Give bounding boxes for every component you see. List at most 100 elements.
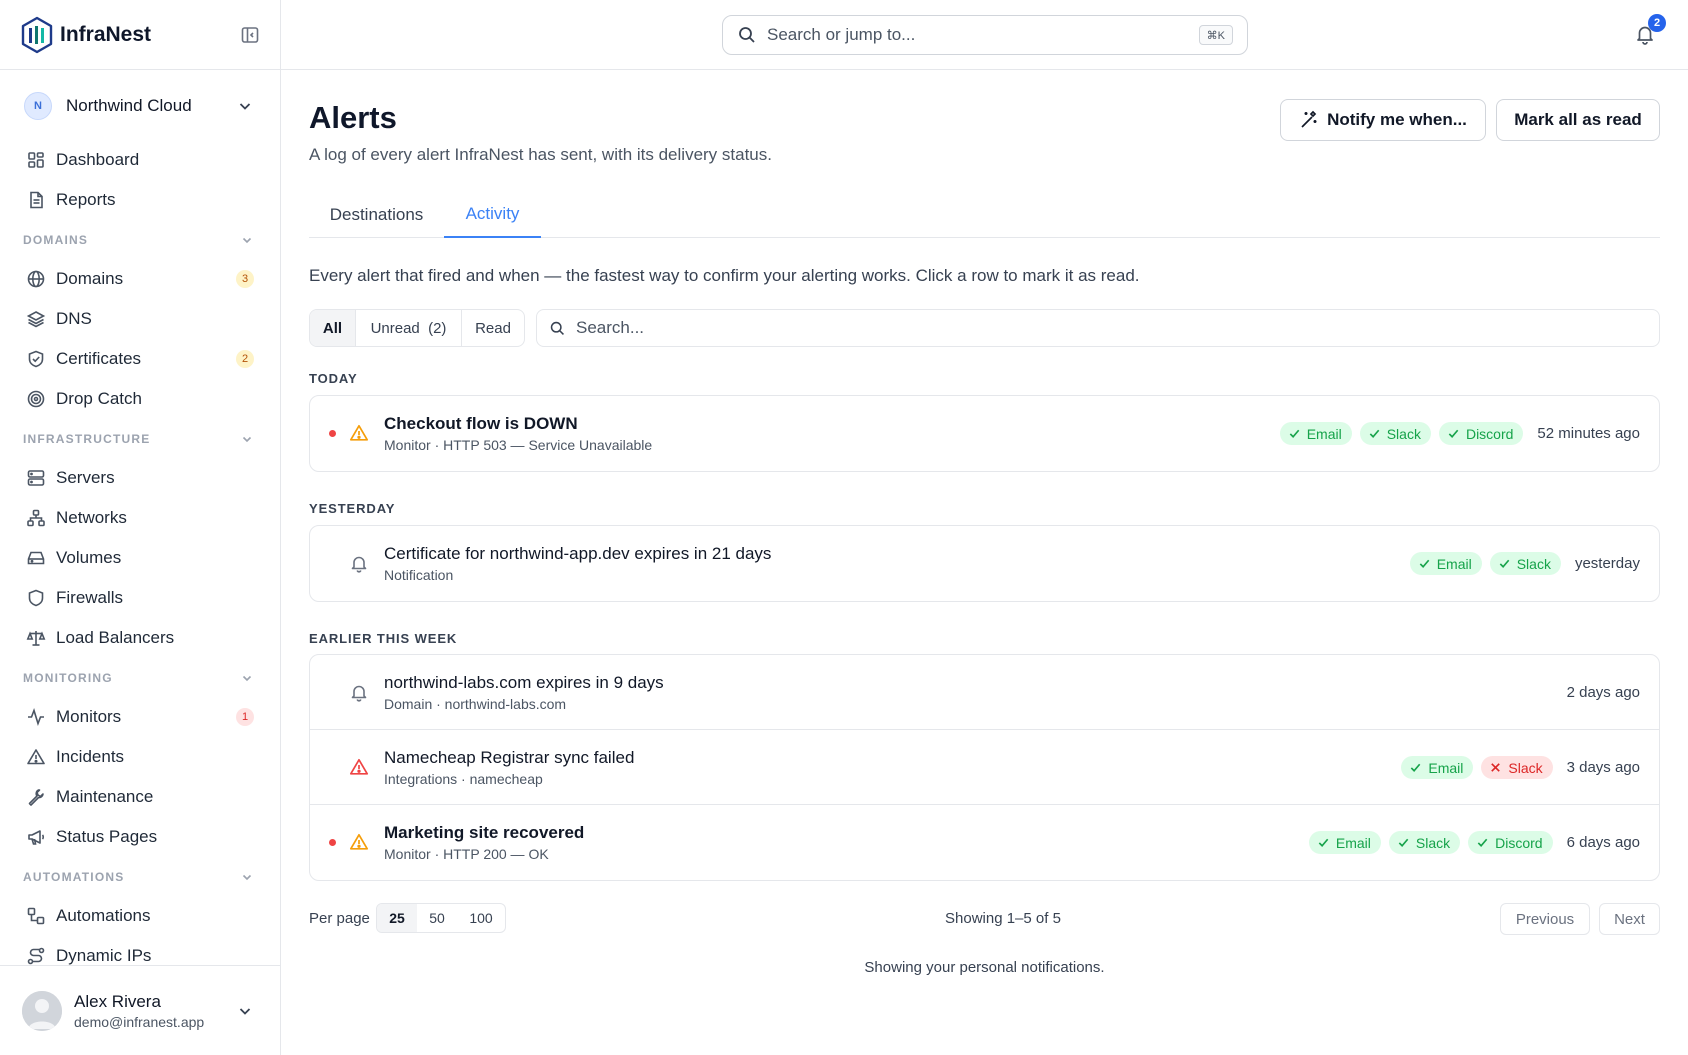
sidebar-item-load-balancers[interactable]: Load Balancers (0, 618, 280, 658)
alert-row[interactable]: Checkout flow is DOWN Monitor · HTTP 503 … (310, 396, 1659, 471)
delivery-status-badge: Discord (1438, 422, 1524, 445)
per-page-option[interactable]: 25 (377, 904, 417, 932)
unread-dot (329, 430, 336, 437)
sidebar-item-label: Maintenance (56, 787, 154, 806)
user-menu[interactable]: Alex Rivera demo@infranest.app (0, 965, 280, 1055)
next-page-button[interactable]: Next (1599, 903, 1660, 935)
warning-icon (349, 757, 369, 777)
chevron-down-icon (239, 1008, 251, 1015)
notify-me-button[interactable]: Notify me when... (1280, 99, 1486, 141)
group-label: TODAY (309, 371, 358, 386)
page-subtitle: A log of every alert InfraNest has sent,… (309, 145, 772, 164)
server-icon (27, 470, 45, 486)
sidebar-item-label: Reports (56, 190, 116, 209)
filter-read[interactable]: Read (462, 310, 524, 346)
delivery-status-badge: Email (1409, 552, 1482, 575)
mark-all-read-button[interactable]: Mark all as read (1496, 99, 1660, 141)
target-icon (27, 390, 45, 408)
sidebar-item-status-pages[interactable]: Status Pages (0, 817, 280, 857)
megaphone-icon (28, 830, 45, 845)
sidebar-item-certificates[interactable]: Certificates 2 (0, 339, 280, 379)
alert-delivery: Email Slack 3 days ago (1401, 730, 1640, 805)
sidebar-item-label: Firewalls (56, 588, 124, 607)
alert-title: Namecheap Registrar sync failed (384, 748, 635, 767)
alert-search-input[interactable] (576, 318, 1476, 338)
alert-row[interactable]: Certificate for northwind-app.dev expire… (310, 526, 1659, 601)
bell-icon (349, 553, 369, 573)
alert-time: 3 days ago (1566, 759, 1640, 776)
alert-meta: Domain · northwind-labs.com (384, 696, 567, 712)
channel-name: Slack (1415, 834, 1451, 851)
document-icon (30, 191, 43, 209)
sidebar-item-networks[interactable]: Networks (0, 498, 280, 538)
workflow-icon (27, 907, 45, 925)
delivery-status-badge: Slack (1481, 756, 1553, 779)
sidebar-item-firewalls[interactable]: Firewalls (0, 578, 280, 618)
previous-page-button[interactable]: Previous (1500, 903, 1590, 935)
alert-delivery: 2 days ago (1561, 655, 1640, 730)
warning-icon (349, 832, 369, 852)
nav-section-infrastructure[interactable]: INFRASTRUCTURE (0, 419, 280, 458)
per-page-option[interactable]: 100 (457, 904, 505, 932)
sidebar-item-automations[interactable]: Automations (0, 896, 280, 936)
workspace-switcher[interactable]: N Northwind Cloud (0, 72, 280, 140)
nav-section-title: AUTOMATIONS (23, 869, 125, 884)
check-icon (1368, 427, 1387, 440)
alert-title: Certificate for northwind-app.dev expire… (384, 544, 772, 563)
nav-section-monitoring[interactable]: MONITORING (0, 658, 280, 697)
filter-unread[interactable]: Unread (2) (356, 310, 462, 346)
tab-destinations[interactable]: Destinations (309, 192, 444, 238)
alert-meta: Notification (384, 567, 454, 583)
check-icon (1397, 836, 1416, 849)
channel-name: Discord (1495, 834, 1543, 851)
hard-drive-icon (27, 551, 45, 565)
global-search[interactable]: ⌘K (722, 15, 1248, 55)
alert-row[interactable]: Marketing site recovered Monitor · HTTP 2… (310, 805, 1659, 880)
scale-icon (26, 631, 46, 646)
channel-name: Discord (1465, 425, 1514, 442)
sidebar-item-label: Certificates (56, 349, 142, 368)
sidebar-item-maintenance[interactable]: Maintenance (0, 777, 280, 817)
topbar: ⌘K 2 (281, 0, 1688, 70)
footer-note: Showing your personal notifications. (864, 959, 1105, 976)
group-label: YESTERDAY (309, 501, 396, 516)
activity-icon (28, 708, 44, 726)
alert-time: 6 days ago (1566, 834, 1640, 851)
tabs: Destinations Activity (309, 192, 1660, 238)
sidebar-item-dns[interactable]: DNS (0, 299, 280, 339)
shortcut-hint: ⌘K (1198, 25, 1233, 45)
sidebar: InfraNest N Northwind Cloud Dashboard Re… (0, 0, 281, 1055)
sidebar-collapse-icon[interactable] (240, 25, 260, 45)
nav-section-domains[interactable]: DOMAINS (0, 220, 280, 259)
alert-meta: Integrations · namecheap (384, 771, 543, 787)
channel-name: Email (1436, 555, 1472, 572)
sidebar-item-volumes[interactable]: Volumes (0, 538, 280, 578)
alert-title: Checkout flow is DOWN (384, 414, 578, 433)
sidebar-item-incidents[interactable]: Incidents (0, 737, 280, 777)
delivery-status-badge: Email (1401, 756, 1474, 779)
alert-title: Marketing site recovered (384, 823, 585, 842)
search-icon (550, 321, 564, 335)
sidebar-item-servers[interactable]: Servers (0, 458, 280, 498)
sidebar-item-domains[interactable]: Domains 3 (0, 259, 280, 299)
alert-delivery: Email Slack Discord 6 days ago (1308, 805, 1640, 880)
tab-activity[interactable]: Activity (444, 192, 541, 238)
sidebar-item-label: Dashboard (56, 150, 140, 169)
alert-row[interactable]: northwind-labs.com expires in 9 days Doma… (310, 655, 1659, 730)
nav-section-automations[interactable]: AUTOMATIONS (0, 857, 280, 896)
magic-wand-icon (1301, 110, 1317, 128)
global-search-input[interactable] (767, 25, 1167, 45)
alert-search[interactable] (536, 309, 1660, 347)
infranest-logo-icon[interactable] (20, 16, 54, 54)
alert-row[interactable]: Namecheap Registrar sync failed Integrati… (310, 730, 1659, 805)
nav-section-title: MONITORING (23, 670, 113, 685)
workspace-avatar: N (24, 92, 52, 120)
sidebar-item-reports[interactable]: Reports (0, 180, 280, 220)
alert-time: yesterday (1574, 555, 1640, 572)
sidebar-item-drop-catch[interactable]: Drop Catch (0, 379, 280, 419)
sidebar-item-dashboard[interactable]: Dashboard (0, 140, 280, 180)
per-page-option[interactable]: 50 (417, 904, 457, 932)
filter-all[interactable]: All (310, 310, 356, 346)
page-title: Alerts (309, 100, 397, 135)
sidebar-item-monitors[interactable]: Monitors 1 (0, 697, 280, 737)
